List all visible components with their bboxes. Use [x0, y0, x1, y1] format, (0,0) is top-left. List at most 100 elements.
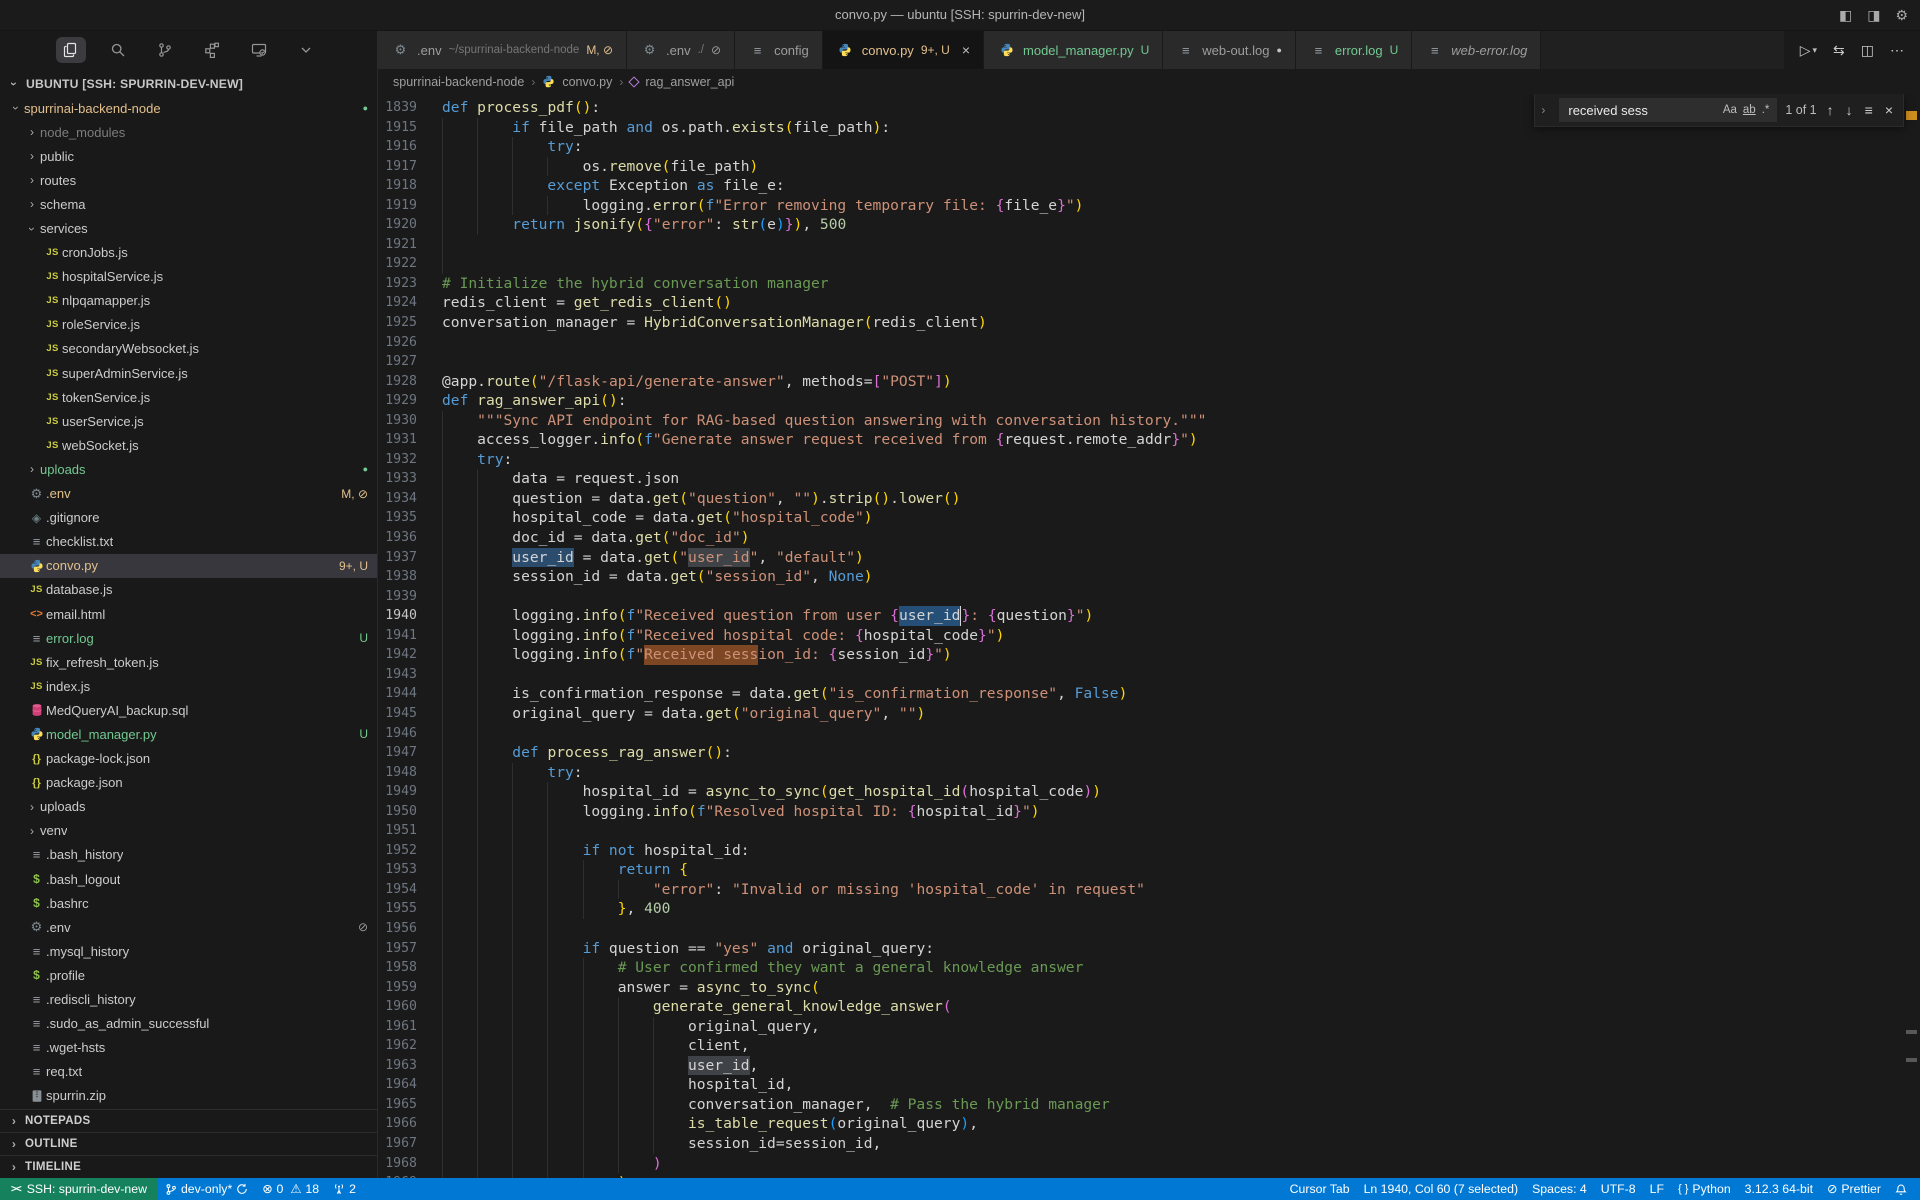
code-line-1960[interactable]: 1960generate_general_knowledge_answer( [378, 997, 1920, 1017]
code-line-1954[interactable]: 1954"error": "Invalid or missing 'hospit… [378, 880, 1920, 900]
code-line-1965[interactable]: 1965conversation_manager, # Pass the hyb… [378, 1095, 1920, 1115]
file-item-userService.js[interactable]: JSuserService.js [0, 409, 377, 433]
cursor-tab-status[interactable]: Cursor Tab [1283, 1178, 1357, 1200]
split-editor-icon[interactable]: ◫ [1861, 42, 1874, 59]
code-line-1930[interactable]: 1930"""Sync API endpoint for RAG-based q… [378, 411, 1920, 431]
find-expand-chevron-icon[interactable]: › [1535, 94, 1551, 126]
tab-error.log[interactable]: ≡error.logU [1296, 31, 1412, 69]
folder-item-routes[interactable]: ›routes [0, 168, 377, 192]
tab-web-out.log[interactable]: ≡web-out.log● [1163, 31, 1296, 69]
folder-item-services[interactable]: ›services [0, 216, 377, 240]
code-line-1920[interactable]: 1920return jsonify({"error": str(e)}), 5… [378, 215, 1920, 235]
file-item-.gitignore[interactable]: ◈.gitignore [0, 506, 377, 530]
file-item-tokenService.js[interactable]: JStokenService.js [0, 385, 377, 409]
tab-model_manager.py[interactable]: model_manager.pyU [984, 31, 1163, 69]
tab-.env[interactable]: ⚙.env./⊘ [627, 31, 735, 69]
code-line-1955[interactable]: 1955}, 400 [378, 899, 1920, 919]
code-line-1956[interactable]: 1956 [378, 919, 1920, 939]
file-item-hospitalService.js[interactable]: JShospitalService.js [0, 265, 377, 289]
file-item-.bash_logout[interactable]: $.bash_logout [0, 867, 377, 891]
panel-header-timeline[interactable]: ›TIMELINE [0, 1155, 377, 1178]
code-line-1944[interactable]: 1944is_confirmation_response = data.get(… [378, 684, 1920, 704]
code-line-1921[interactable]: 1921 [378, 235, 1920, 255]
folder-item-spurrinai-backend-node[interactable]: ›spurrinai-backend-node● [0, 96, 377, 120]
extensions-icon[interactable] [197, 37, 227, 63]
code-line-1927[interactable]: 1927 [378, 352, 1920, 372]
tab-config[interactable]: ≡config [735, 31, 823, 69]
search-icon[interactable] [103, 37, 133, 63]
regex-toggle[interactable]: .* [1759, 103, 1773, 117]
previous-match-button[interactable]: ↑ [1825, 102, 1836, 118]
code-line-1938[interactable]: 1938session_id = data.get("session_id", … [378, 567, 1920, 587]
folder-item-node_modules[interactable]: ›node_modules [0, 120, 377, 144]
code-line-1917[interactable]: 1917os.remove(file_path) [378, 157, 1920, 177]
close-icon[interactable]: × [962, 43, 970, 57]
find-in-selection-button[interactable]: ≡ [1863, 102, 1875, 118]
code-line-1948[interactable]: 1948try: [378, 763, 1920, 783]
language-mode-status[interactable]: { } Python [1671, 1178, 1738, 1200]
file-item-.env[interactable]: ⚙.envM, ⊘ [0, 482, 377, 506]
folder-item-venv[interactable]: ›venv [0, 819, 377, 843]
more-actions-icon[interactable]: ⋯ [1890, 42, 1904, 59]
find-input[interactable]: received sess Aa ab .* [1559, 98, 1777, 122]
file-item-.bashrc[interactable]: $.bashrc [0, 891, 377, 915]
breadcrumb-file[interactable]: convo.py [562, 75, 612, 89]
code-line-1937[interactable]: 1937user_id = data.get("user_id", "defau… [378, 548, 1920, 568]
code-line-1931[interactable]: 1931access_logger.info(f"Generate answer… [378, 430, 1920, 450]
eol-status[interactable]: LF [1643, 1178, 1671, 1200]
code-line-1957[interactable]: 1957if question == "yes" and original_qu… [378, 939, 1920, 959]
encoding-status[interactable]: UTF-8 [1594, 1178, 1643, 1200]
file-item-convo.py[interactable]: convo.py9+, U [0, 554, 377, 578]
code-line-1922[interactable]: 1922 [378, 254, 1920, 274]
file-item-model_manager.py[interactable]: model_manager.pyU [0, 722, 377, 746]
file-item-spurrin.zip[interactable]: spurrin.zip [0, 1084, 377, 1108]
code-line-1946[interactable]: 1946 [378, 724, 1920, 744]
git-branch-status[interactable]: dev-only* [158, 1178, 255, 1200]
code-line-1943[interactable]: 1943 [378, 665, 1920, 685]
code-line-1924[interactable]: 1924redis_client = get_redis_client() [378, 293, 1920, 313]
file-item-.sudo_as_admin_successful[interactable]: ≡.sudo_as_admin_successful [0, 1012, 377, 1036]
chevron-down-icon[interactable] [291, 37, 321, 63]
code-line-1939[interactable]: 1939 [378, 587, 1920, 607]
breadcrumb-folder[interactable]: spurrinai-backend-node [393, 75, 524, 89]
file-item-superAdminService.js[interactable]: JSsuperAdminService.js [0, 361, 377, 385]
code-line-1928[interactable]: 1928@app.route("/flask-api/generate-answ… [378, 372, 1920, 392]
file-item-.wget-hsts[interactable]: ≡.wget-hsts [0, 1036, 377, 1060]
next-match-button[interactable]: ↓ [1844, 102, 1855, 118]
file-item-.mysql_history[interactable]: ≡.mysql_history [0, 939, 377, 963]
code-line-1933[interactable]: 1933data = request.json [378, 469, 1920, 489]
file-item-package.json[interactable]: {}package.json [0, 771, 377, 795]
folder-item-public[interactable]: ›public [0, 144, 377, 168]
code-line-1961[interactable]: 1961original_query, [378, 1017, 1920, 1037]
code-line-1941[interactable]: 1941logging.info(f"Received hospital cod… [378, 626, 1920, 646]
python-interpreter-status[interactable]: 3.12.3 64-bit [1738, 1178, 1820, 1200]
panel-header-outline[interactable]: ›OUTLINE [0, 1132, 377, 1155]
code-line-1916[interactable]: 1916try: [378, 137, 1920, 157]
code-line-1945[interactable]: 1945original_query = data.get("original_… [378, 704, 1920, 724]
file-item-req.txt[interactable]: ≡req.txt [0, 1060, 377, 1084]
folder-item-uploads[interactable]: ›uploads● [0, 457, 377, 481]
run-python-file-button[interactable]: ▷▾ [1800, 42, 1817, 59]
code-line-1947[interactable]: 1947def process_rag_answer(): [378, 743, 1920, 763]
close-find-button[interactable]: × [1883, 102, 1895, 118]
code-line-1962[interactable]: 1962client, [378, 1036, 1920, 1056]
code-line-1925[interactable]: 1925conversation_manager = HybridConvers… [378, 313, 1920, 333]
file-item-cronJobs.js[interactable]: JScronJobs.js [0, 241, 377, 265]
ports-status[interactable]: 2 [326, 1178, 363, 1200]
notifications-bell-icon[interactable] [1888, 1178, 1914, 1200]
file-item-.profile[interactable]: $.profile [0, 963, 377, 987]
file-item-package-lock.json[interactable]: {}package-lock.json [0, 747, 377, 771]
breadcrumb-symbol[interactable]: rag_answer_api [645, 75, 734, 89]
code-line-1929[interactable]: 1929def rag_answer_api(): [378, 391, 1920, 411]
file-item-checklist.txt[interactable]: ≡checklist.txt [0, 530, 377, 554]
layout-panel-icon[interactable]: ◨ [1867, 7, 1880, 24]
cursor-position-status[interactable]: Ln 1940, Col 60 (7 selected) [1357, 1178, 1526, 1200]
code-line-1964[interactable]: 1964hospital_id, [378, 1075, 1920, 1095]
folder-item-schema[interactable]: ›schema [0, 192, 377, 216]
file-item-.env[interactable]: ⚙.env⊘ [0, 915, 377, 939]
file-item-.rediscli_history[interactable]: ≡.rediscli_history [0, 987, 377, 1011]
code-line-1936[interactable]: 1936doc_id = data.get("doc_id") [378, 528, 1920, 548]
workspace-header[interactable]: › UBUNTU [SSH: SPURRIN-DEV-NEW] [0, 72, 377, 96]
tab-.env[interactable]: ⚙.env~/spurrinai-backend-nodeM, ⊘ [378, 31, 627, 69]
file-item-error.log[interactable]: ≡error.logU [0, 626, 377, 650]
